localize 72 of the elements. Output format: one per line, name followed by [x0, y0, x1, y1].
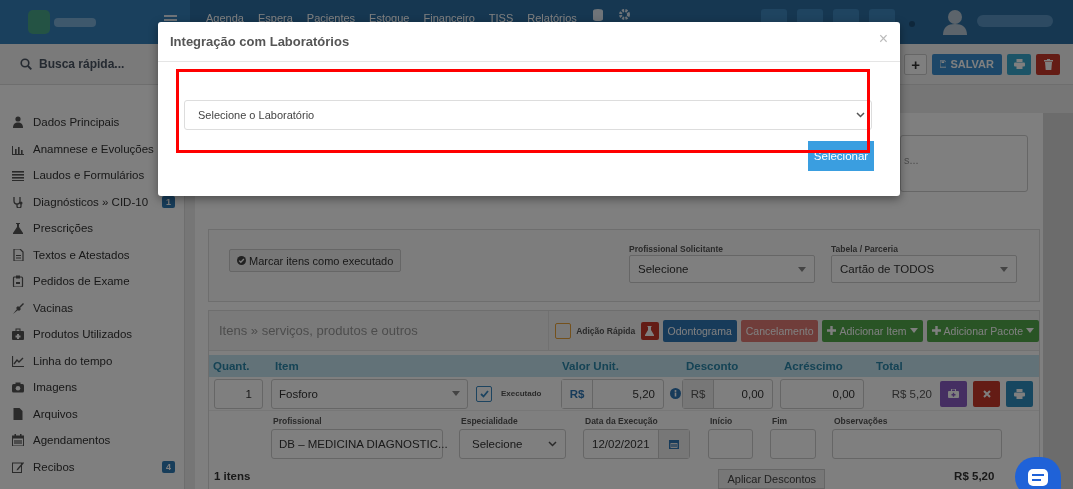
count-badge: 4	[162, 460, 175, 473]
mark-executed-button[interactable]: Marcar itens como executado	[229, 249, 402, 272]
sidebar-item[interactable]: Linha do tempo	[0, 347, 184, 374]
sidebar-item[interactable]: Pedidos de Exame	[0, 268, 184, 295]
sidebar-label: Laudos e Formulários	[33, 169, 146, 182]
dropdown-field[interactable]: Selecione	[629, 255, 815, 283]
dialog-title: Integração com Laboratórios	[170, 34, 351, 49]
row-total: R$ 5,20	[891, 387, 932, 400]
sidebar-label: Prescrições	[33, 222, 95, 235]
sidebar-item[interactable]: Recibos 4	[0, 453, 184, 480]
unit-price-field[interactable]: R$ 5,20	[561, 378, 664, 409]
sidebar-label: Linha do tempo	[33, 354, 114, 367]
column-header: Valor Unit.	[561, 360, 620, 372]
sidebar-item[interactable]: Textos e Atestados	[0, 241, 184, 268]
specialty-select[interactable]: Selecione	[459, 429, 566, 459]
column-header: Acréscimo	[783, 360, 844, 372]
sidebar-label: Agendamentos	[33, 434, 112, 447]
sidebar-label: Diagnósticos » CID-10	[33, 195, 150, 208]
search-field[interactable]: Busca rápida...	[39, 57, 125, 71]
odontogram-button[interactable]: Odontograma	[662, 319, 737, 342]
field-label: Fim	[772, 416, 789, 428]
sidebar-label: Pedidos de Exame	[33, 275, 131, 288]
currency-addon: R$	[683, 379, 714, 408]
add-dropdown-button[interactable]: Adicionar Item	[822, 319, 923, 342]
sidebar-item[interactable]: Vacinas	[0, 294, 184, 321]
field-label: Especialidade	[461, 416, 519, 428]
grand-total: R$ 5,20	[954, 470, 995, 482]
sidebar-item[interactable]: Diagnósticos » CID-10 1	[0, 188, 184, 215]
column-header: Total	[875, 360, 904, 372]
dropdown-field[interactable]: Cartão de TODOS	[831, 255, 1017, 283]
field-label: Início	[710, 416, 734, 428]
item-count: 1 itens	[213, 470, 251, 482]
sidebar-item[interactable]: Agendamentos	[0, 427, 184, 454]
sidebar-label: Arquivos	[33, 407, 79, 420]
checkbox-label: Executado	[501, 389, 542, 398]
sidebar-item[interactable]: Produtos Utilizados	[0, 321, 184, 348]
cancel-button[interactable]: Cancelamento	[740, 319, 819, 342]
field-label: Tabela / Parceria	[831, 244, 899, 255]
sidebar-item[interactable]: Dados Principais	[0, 109, 184, 136]
sidebar-label: Recibos	[33, 460, 76, 473]
sidebar-label: Dados Principais	[33, 116, 121, 129]
checkbox-label: Adição Rápida	[576, 325, 636, 336]
column-header: Quant.	[212, 360, 251, 372]
sidebar-label: Vacinas	[33, 301, 75, 314]
laboratory-select[interactable]: Selecione o Laboratório	[184, 100, 872, 130]
field-label: Data da Execução	[585, 416, 659, 428]
surcharge-field[interactable]: 0,00	[780, 378, 864, 409]
field-label: Profissional Solicitante	[629, 244, 724, 255]
apply-discounts-button[interactable]: Aplicar Descontos	[718, 469, 826, 489]
sidebar-label: Anamnese e Evoluções	[33, 142, 155, 155]
nav-link[interactable]: Agenda	[202, 12, 248, 26]
item-select[interactable]: Fosforo	[271, 378, 468, 409]
field-label: Profissional	[273, 416, 323, 428]
column-header: Desconto	[685, 360, 740, 372]
add-dropdown-button[interactable]: Adicionar Pacote	[926, 319, 1039, 342]
discount-field[interactable]: R$ 0,00	[682, 378, 773, 409]
currency-addon: R$	[562, 379, 593, 408]
sidebar-item[interactable]: Laudos e Formulários	[0, 162, 184, 189]
sidebar-item[interactable]: Imagens	[0, 374, 184, 401]
sidebar-label: Produtos Utilizados	[33, 328, 134, 341]
field-label: Observações	[834, 416, 889, 428]
sidebar-item[interactable]: Arquivos	[0, 400, 184, 427]
date-field[interactable]: 12/02/2021	[583, 429, 690, 459]
select-button[interactable]: Selecionar	[808, 141, 874, 171]
quantity-field[interactable]: 1	[214, 378, 263, 409]
save-button[interactable]: SALVAR	[932, 53, 1002, 75]
sidebar-item[interactable]: Anamnese e Evoluções	[0, 135, 184, 162]
sidebar-label: Textos e Atestados	[33, 248, 131, 261]
sidebar-item[interactable]: Prescrições	[0, 215, 184, 242]
sidebar-label: Imagens	[33, 381, 79, 394]
column-header: Item	[274, 360, 300, 372]
add-button[interactable]: +	[904, 53, 927, 75]
